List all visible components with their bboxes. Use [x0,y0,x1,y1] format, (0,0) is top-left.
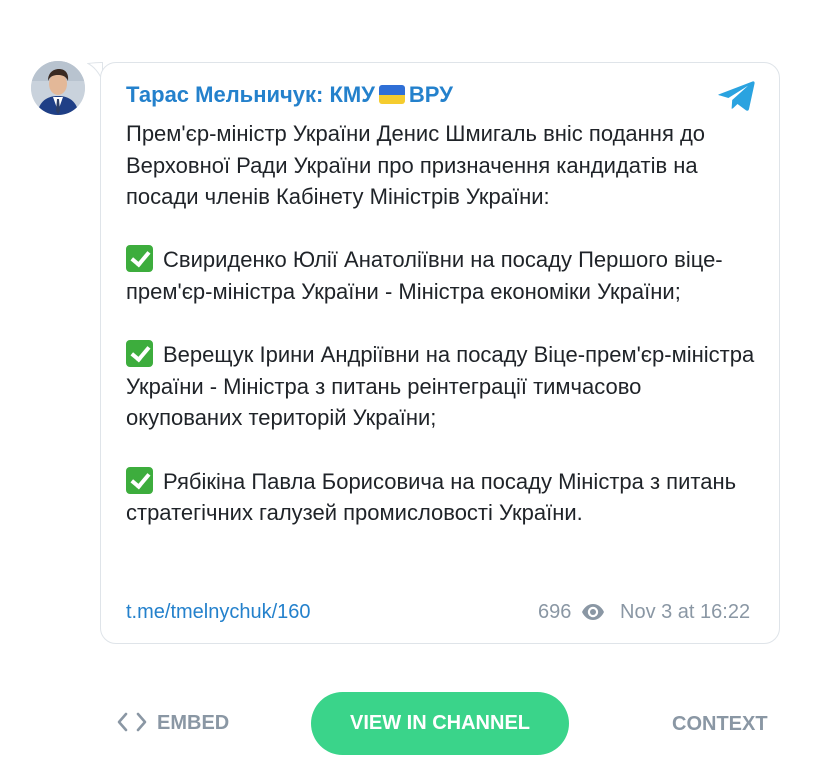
message-paragraph: Рябікіна Павла Борисовича на посаду Міні… [126,466,756,529]
checkmark-icon [126,466,153,494]
avatar[interactable] [31,61,85,115]
channel-name-text: Тарас Мельничук: КМУ [126,82,375,107]
message-paragraph-text: Верещук Ірини Андріївни на посаду Віце-п… [126,342,755,431]
message-paragraph: Верещук Ірини Андріївни на посаду Віце-п… [126,339,756,434]
view-count: 696 [538,601,572,623]
message-paragraph-text: Рябікіна Павла Борисовича на посаду Міні… [126,468,737,526]
ukraine-flag-icon [378,85,405,104]
checkmark-icon [126,245,153,273]
telegram-post-widget: Тарас Мельничук: КМУ ВРУ Прем'єр-міністр … [0,0,825,769]
checkmark-icon [126,340,153,368]
message-paragraph: Свириденко Юлії Анатоліївни на посаду Пе… [126,244,756,307]
message-paragraph-text: Свириденко Юлії Анатоліївни на посаду Пе… [126,247,723,304]
context-button[interactable]: CONTEXT [672,713,768,736]
view-in-channel-button[interactable]: VIEW IN CHANNEL [311,692,569,755]
embed-button[interactable]: EMBED [117,712,229,738]
channel-name[interactable]: Тарас Мельничук: КМУ ВРУ [126,82,453,108]
channel-name-suffix: ВРУ [408,82,453,107]
message-text: Прем'єр-міністр України Денис Шмигаль вн… [126,118,756,529]
embed-label: EMBED [157,712,230,734]
message-paragraph: Прем'єр-міністр України Денис Шмигаль вн… [126,121,706,210]
telegram-icon[interactable] [716,80,756,112]
post-date[interactable]: Nov 3 at 16:22 [620,601,750,624]
post-link[interactable]: t.me/tmelnychuk/160 [126,601,311,624]
eye-icon [582,604,604,620]
code-icon [117,712,147,732]
